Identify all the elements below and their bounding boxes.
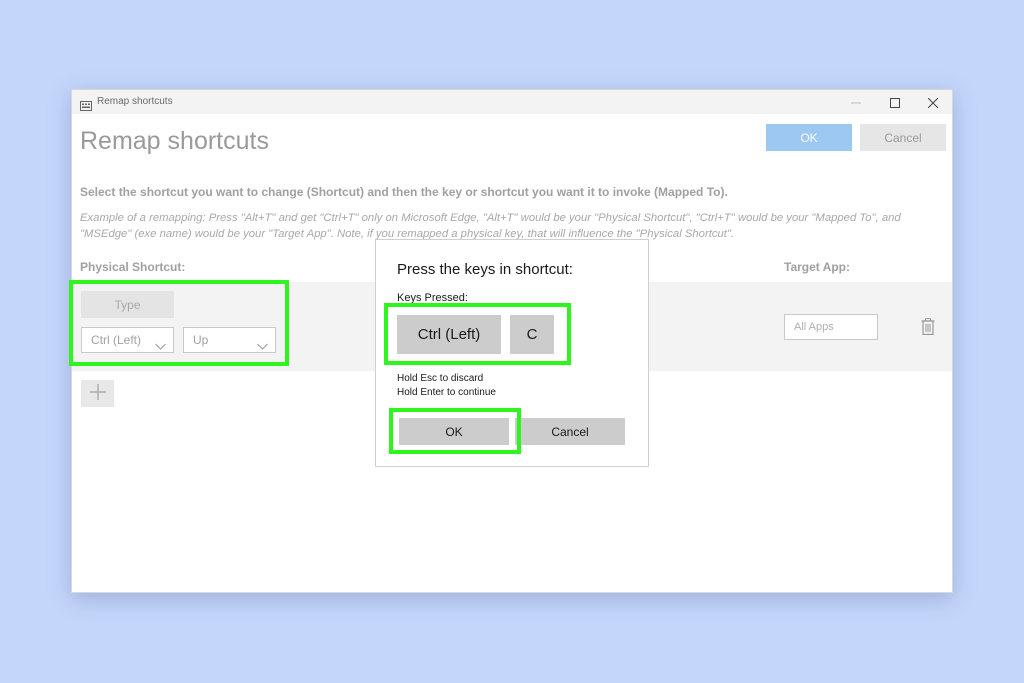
add-shortcut-button[interactable] (81, 380, 114, 407)
target-app-input[interactable]: All Apps (784, 314, 878, 340)
ok-button[interactable]: OK (766, 124, 852, 151)
minimize-icon (851, 93, 861, 112)
trash-icon[interactable] (921, 318, 935, 339)
window-title: Remap shortcuts (97, 96, 173, 107)
ok-button-highlight (389, 408, 521, 454)
cancel-button[interactable]: Cancel (860, 124, 946, 151)
keyboard-icon (80, 96, 92, 111)
target-app-header: Target App: (784, 260, 850, 274)
example-text: Example of a remapping: Press "Alt+T" an… (80, 212, 901, 240)
maximize-button[interactable] (877, 90, 913, 114)
instruction-text: Select the shortcut you want to change (… (80, 185, 728, 199)
maximize-icon (890, 93, 900, 112)
keys-pressed-highlight (384, 303, 571, 365)
page-title: Remap shortcuts (80, 127, 269, 155)
title-bar: Remap shortcuts (72, 90, 952, 114)
discard-hint: Hold Esc to discard (397, 373, 484, 384)
continue-hint: Hold Enter to continue (397, 387, 496, 398)
close-icon (927, 93, 939, 112)
physical-shortcut-highlight (69, 280, 289, 366)
plus-icon (89, 383, 107, 404)
close-button[interactable] (915, 90, 951, 114)
dialog-cancel-button[interactable]: Cancel (515, 418, 625, 445)
minimize-button[interactable] (838, 90, 874, 114)
dialog-title: Press the keys in shortcut: (397, 261, 573, 278)
physical-shortcut-header: Physical Shortcut: (80, 260, 186, 274)
